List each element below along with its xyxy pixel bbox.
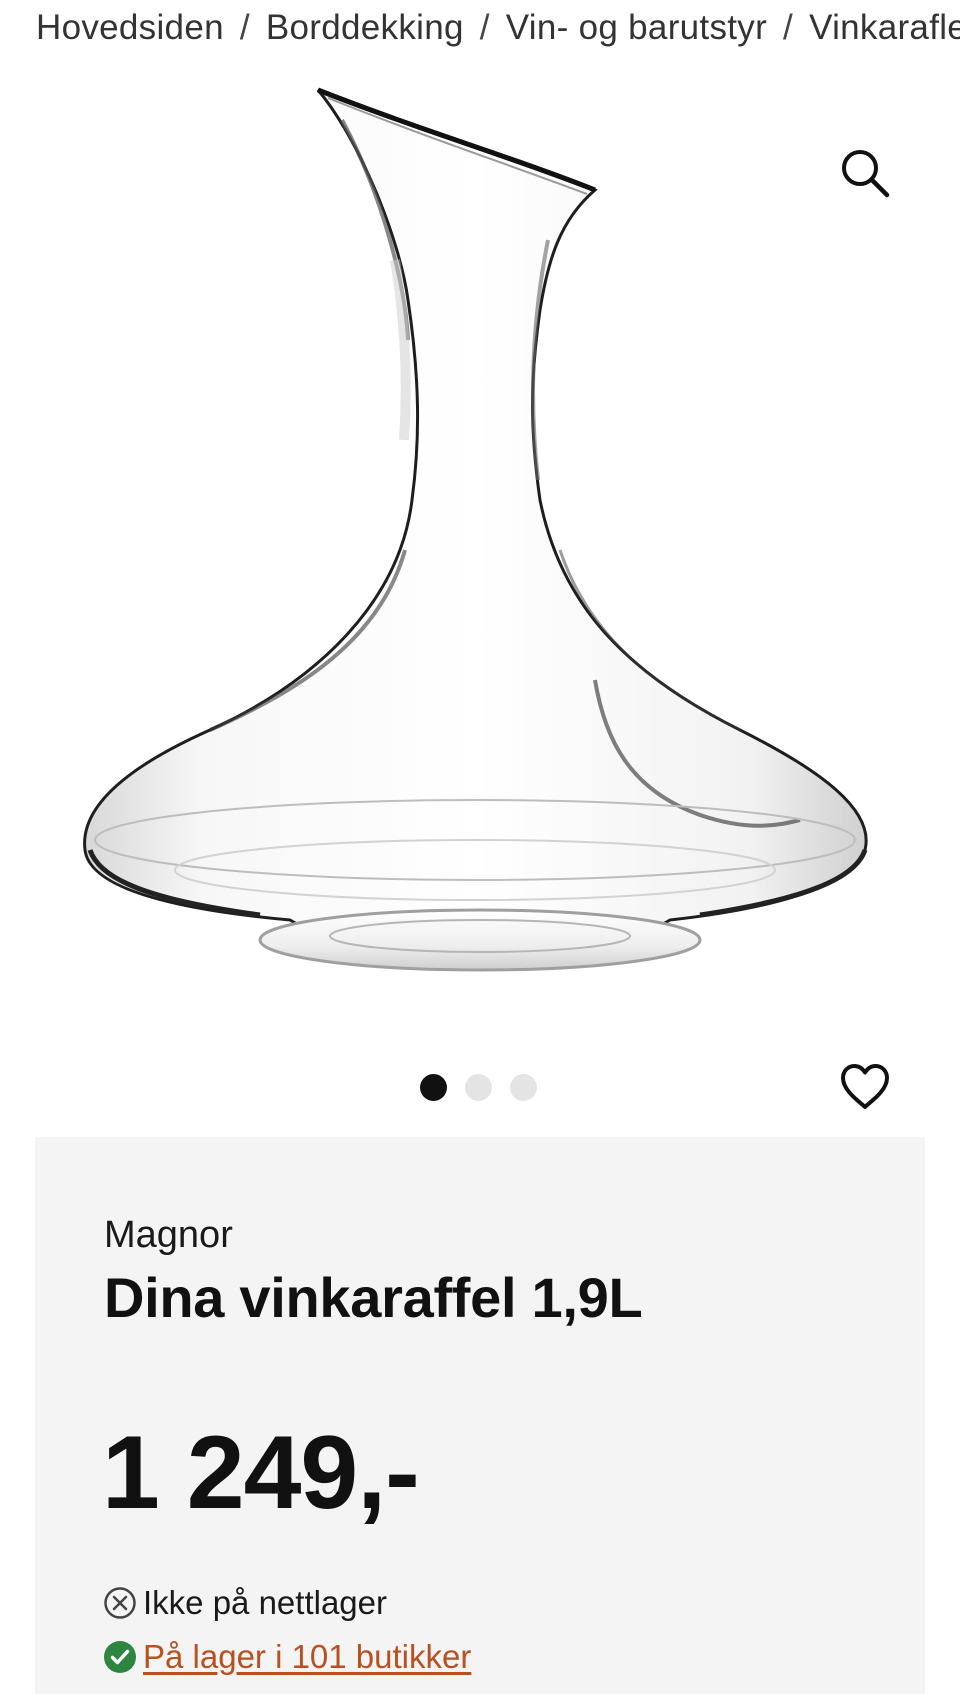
breadcrumb-separator: / [479,8,490,47]
zoom-button[interactable] [834,142,896,204]
breadcrumb-separator: / [239,8,250,47]
carousel-dot-1[interactable] [420,1073,447,1101]
x-circle-icon [103,1586,137,1620]
breadcrumb: Hovedsiden / Borddekking / Vin- og barutstyr… [36,4,960,52]
product-title: Dina vinkaraffel 1,9L [104,1266,643,1329]
online-stock-label: Ikke på nettlager [143,1584,387,1621]
store-stock-link[interactable]: På lager i 101 butikker [143,1633,471,1681]
product-brand[interactable]: Magnor [104,1211,233,1259]
breadcrumb-vin-og-barutstyr[interactable]: Vin- og barutstyr [506,8,767,47]
favorite-button[interactable] [834,1056,896,1118]
breadcrumb-home[interactable]: Hovedsiden [36,8,224,47]
breadcrumb-separator: / [783,8,794,47]
product-price: 1 249,- [102,1415,420,1531]
carousel-dot-2[interactable] [465,1073,492,1101]
check-circle-icon [103,1640,137,1674]
carousel-dot-3[interactable] [510,1073,537,1101]
search-icon [842,150,890,198]
breadcrumb-borddekking[interactable]: Borddekking [266,8,464,47]
heart-icon [841,1064,889,1109]
product-info-panel: Magnor Dina vinkaraffel 1,9L 1 249,- Ikk… [35,1137,925,1694]
decanter-illustration [83,87,868,972]
carousel-dots [420,1072,537,1102]
product-image[interactable] [60,80,890,1040]
store-stock-status: På lager i 101 butikker [103,1633,471,1681]
breadcrumb-vinkarafler[interactable]: Vinkarafler [809,8,960,47]
online-stock-status: Ikke på nettlager [103,1579,387,1627]
